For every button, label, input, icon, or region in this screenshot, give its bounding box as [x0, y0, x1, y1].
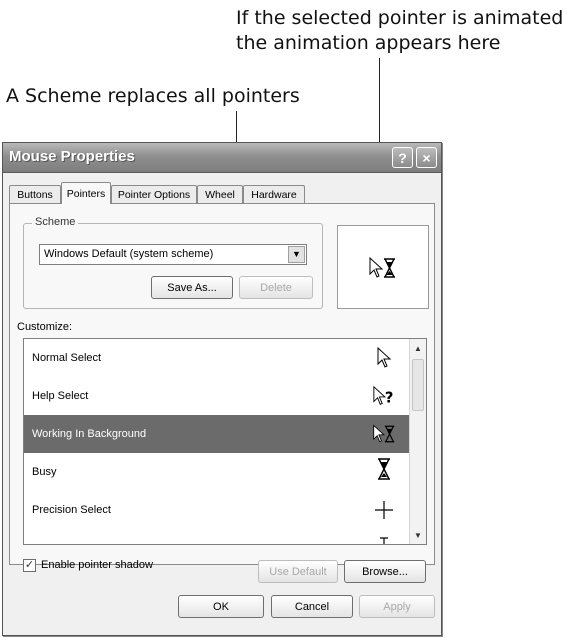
enable-pointer-shadow-checkbox[interactable]: ✓ — [23, 559, 36, 572]
tab-pointer-options[interactable]: Pointer Options — [111, 185, 197, 203]
ok-button[interactable]: OK — [178, 595, 264, 618]
list-item-label: Working In Background — [32, 428, 147, 440]
tab-pointers[interactable]: Pointers — [61, 182, 111, 204]
scheme-select[interactable]: Windows Default (system scheme) ▼ — [39, 244, 307, 265]
svg-text:?: ? — [385, 389, 394, 406]
list-item-label: Precision Select — [32, 504, 111, 516]
callout-scheme: A Scheme replaces all pointers — [6, 85, 300, 107]
scrollbar-thumb[interactable] — [412, 359, 424, 411]
list-item[interactable] — [24, 529, 410, 544]
scheme-legend: Scheme — [32, 216, 79, 228]
working-cursor-preview-icon — [369, 256, 395, 278]
save-as-button[interactable]: Save As... — [151, 276, 233, 299]
use-default-button[interactable]: Use Default — [258, 560, 338, 583]
help-button[interactable]: ? — [392, 147, 413, 168]
callout-animation-line1: If the selected pointer is animated — [236, 7, 564, 29]
crosshair-icon — [372, 498, 396, 522]
list-item[interactable]: Normal Select — [24, 339, 410, 377]
customize-label: Customize: — [17, 321, 73, 333]
chevron-down-icon[interactable]: ▼ — [288, 246, 305, 263]
list-item[interactable]: Busy — [24, 453, 410, 491]
help-cursor-icon: ? — [372, 384, 396, 408]
scheme-selected-value: Windows Default (system scheme) — [44, 248, 214, 260]
cancel-button[interactable]: Cancel — [271, 595, 353, 618]
list-item[interactable]: Help Select ? — [24, 377, 410, 415]
chevron-down-icon[interactable]: ▼ — [410, 527, 426, 543]
window-title: Mouse Properties — [9, 148, 135, 165]
list-item-label: Help Select — [32, 390, 89, 402]
tab-buttons[interactable]: Buttons — [9, 185, 61, 203]
list-item[interactable]: Precision Select — [24, 491, 410, 529]
apply-button[interactable]: Apply — [359, 595, 435, 618]
title-bar[interactable]: Mouse Properties ? × — [3, 143, 441, 173]
list-item-selected[interactable]: Working In Background — [24, 415, 410, 453]
close-icon: × — [422, 149, 431, 166]
list-item-label: Busy — [32, 466, 57, 478]
mouse-properties-window: Mouse Properties ? × Buttons Pointers Po… — [2, 142, 442, 636]
list-scrollbar[interactable]: ▲ ▼ — [409, 339, 426, 544]
pointer-preview — [337, 225, 429, 309]
delete-button[interactable]: Delete — [239, 276, 313, 299]
tab-hardware[interactable]: Hardware — [243, 185, 305, 203]
text-select-icon — [372, 532, 396, 544]
hourglass-icon — [372, 457, 396, 481]
chevron-up-icon[interactable]: ▲ — [410, 340, 426, 356]
browse-button[interactable]: Browse... — [344, 560, 426, 583]
tab-wheel[interactable]: Wheel — [197, 185, 243, 203]
working-cursor-icon — [372, 422, 396, 446]
cursor-list[interactable]: Normal Select Help Select ? Working In B… — [23, 338, 427, 545]
callout-animation-line2: the animation appears here — [236, 32, 501, 54]
arrow-cursor-icon — [372, 346, 396, 370]
list-item-label: Normal Select — [32, 352, 102, 364]
enable-pointer-shadow-label: Enable pointer shadow — [41, 559, 153, 571]
close-button[interactable]: × — [416, 147, 437, 168]
